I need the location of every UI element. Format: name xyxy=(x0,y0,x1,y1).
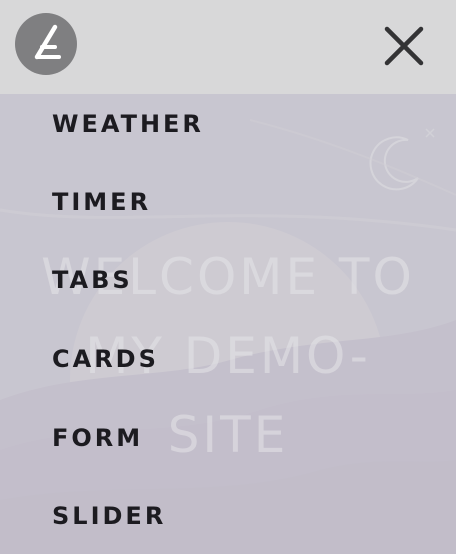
logo[interactable] xyxy=(15,13,77,75)
menu-item-slider[interactable]: SLIDER xyxy=(52,502,166,530)
menu-item-timer[interactable]: TIMER xyxy=(52,188,151,216)
menu-item-cards[interactable]: CARDS xyxy=(52,345,159,373)
close-menu-button[interactable] xyxy=(378,20,430,72)
menu-item-weather[interactable]: WEATHER xyxy=(52,110,204,138)
logo-icon xyxy=(34,24,61,60)
top-bar xyxy=(0,0,456,94)
close-icon xyxy=(384,26,424,66)
nav-menu-panel: WEATHER TIMER TABS CARDS FORM SLIDER xyxy=(0,94,456,554)
menu-item-tabs[interactable]: TABS xyxy=(52,266,133,294)
menu-item-form[interactable]: FORM xyxy=(52,424,143,452)
